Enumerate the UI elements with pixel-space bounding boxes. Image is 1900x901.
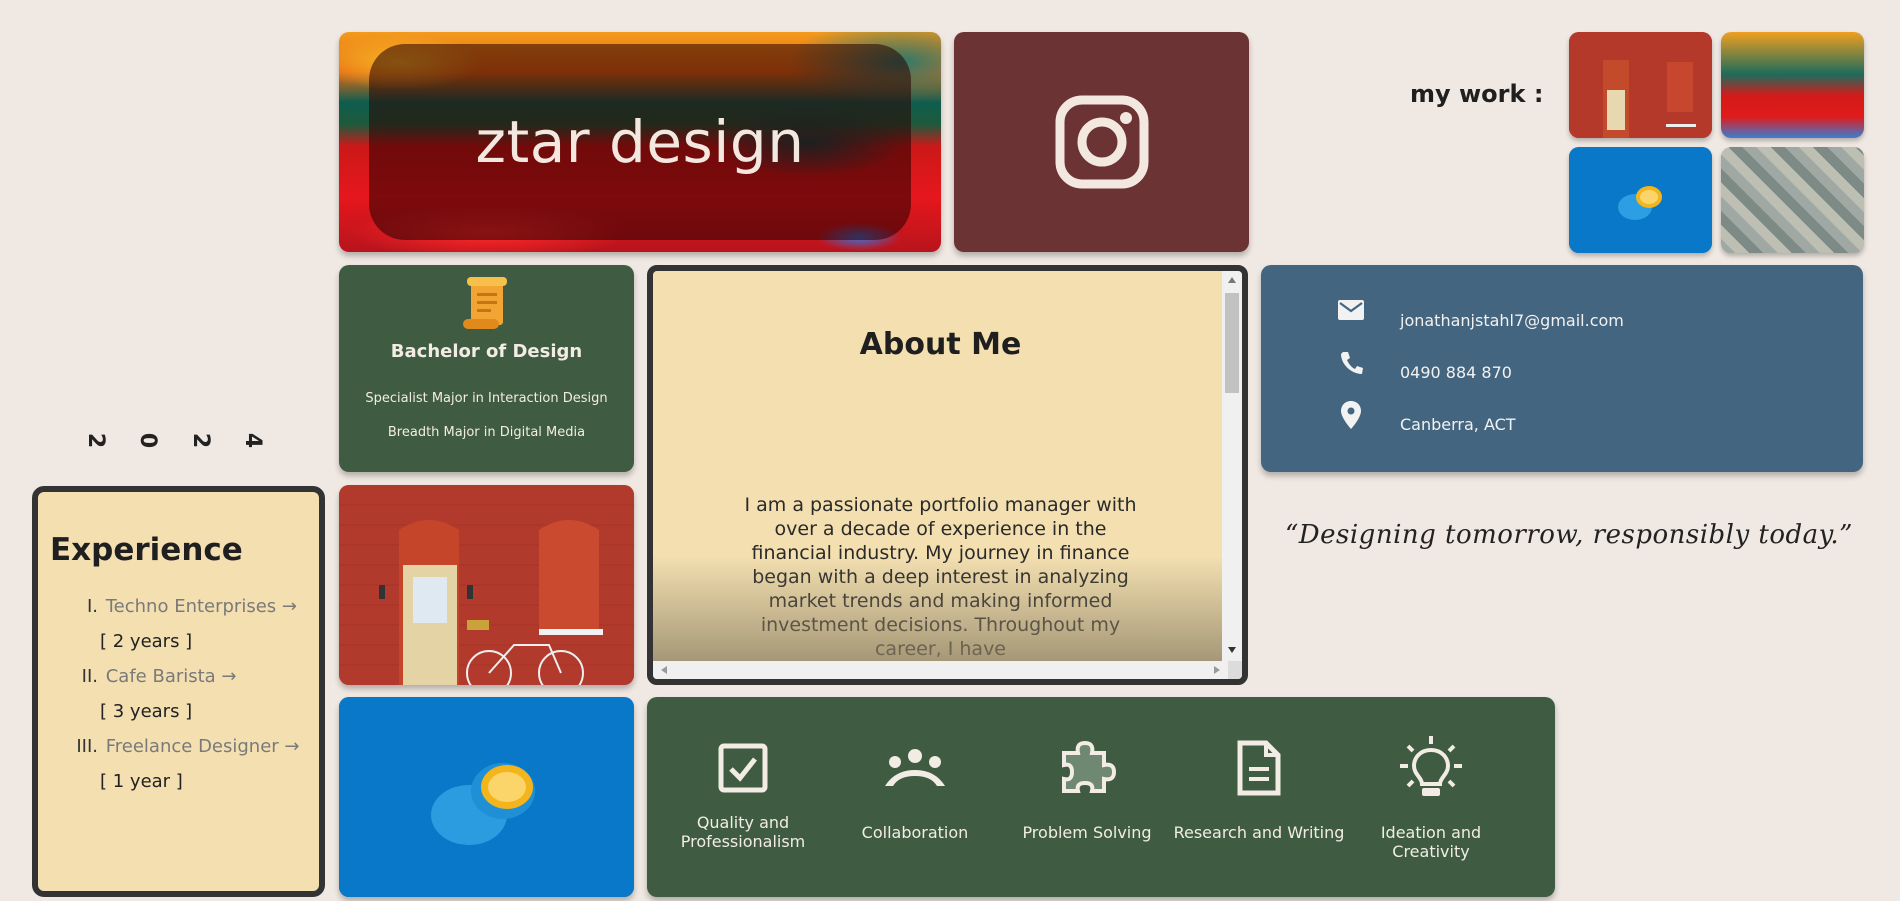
site-title: ztar design [475,108,805,176]
year-digit: 4 [240,432,266,449]
brick-wall-image [339,485,634,685]
my-work-label: my work : [1410,80,1544,108]
skill-collaboration: Collaboration [829,735,1001,842]
hero-banner: ztar design [339,32,941,252]
contact-phone[interactable]: 0490 884 870 [1400,363,1512,382]
contact-phone-row[interactable]: 0490 884 870 [1336,343,1512,382]
skill-label: Ideation and Creativity [1380,823,1482,861]
instagram-icon [1055,95,1148,189]
degree-major-2: Breadth Major in Digital Media [387,425,586,440]
work-thumbnail-paint[interactable] [1721,32,1864,138]
skills-card: Quality and Professionalism Collaboratio… [647,697,1555,897]
vertical-scrollbar[interactable] [1222,271,1242,661]
phone-icon [1341,351,1363,374]
experience-card: Experience I. Techno Enterprises → [ 2 y… [32,486,325,897]
scrollbar-corner [1228,661,1242,679]
experience-item[interactable]: III. Freelance Designer → [38,736,300,757]
about-me-panel[interactable]: About Me I am a passionate portfolio man… [647,265,1248,685]
degree-major-1: Specialist Major in Interaction Design [365,391,608,406]
work-thumbnail-tiles[interactable] [1721,147,1864,253]
scroll-up-icon[interactable] [1228,277,1236,283]
work-thumbnail-orange[interactable] [1569,147,1712,253]
degree-card: Bachelor of Design Specialist Major in I… [339,265,634,472]
tagline-quote: “Designing tomorrow, responsibly today.” [1285,520,1853,550]
orange-photo [339,697,634,897]
scroll-right-icon[interactable] [1214,666,1220,674]
about-fade [653,556,1228,661]
document-icon [1237,740,1281,796]
horizontal-scrollbar[interactable] [653,661,1228,679]
experience-title: Experience [50,532,243,568]
experience-item[interactable]: I. Techno Enterprises → [38,596,297,617]
experience-link[interactable]: Freelance Designer → [106,736,300,757]
experience-number: II. [81,666,98,687]
group-icon [885,749,945,786]
contact-card: jonathanjstahl7@gmail.com 0490 884 870 C… [1261,265,1863,472]
scroll-left-icon[interactable] [661,666,667,674]
skill-research: Research and Writing [1173,735,1345,842]
year-digit: 2 [83,432,109,449]
experience-link[interactable]: Techno Enterprises → [106,596,297,617]
checkbox-icon [718,743,768,793]
lightbulb-icon [1400,736,1462,796]
instagram-link[interactable] [954,32,1249,252]
skill-label: Collaboration [861,823,969,842]
contact-email-row[interactable]: jonathanjstahl7@gmail.com [1336,291,1624,330]
experience-duration: [ 3 years ] [100,701,193,722]
skill-label: Problem Solving [1022,823,1152,842]
skill-label: Research and Writing [1173,823,1345,842]
about-content: About Me I am a passionate portfolio man… [653,271,1228,661]
skill-problem-solving: Problem Solving [1001,735,1173,842]
orange-image [339,697,634,897]
skill-quality: Quality and Professionalism [657,735,829,851]
experience-duration: [ 2 years ] [100,631,193,652]
orange-image [1569,147,1712,253]
skill-ideation: Ideation and Creativity [1345,735,1517,861]
contact-location: Canberra, ACT [1400,415,1516,434]
brick-door-photo [339,485,634,685]
scroll-down-icon[interactable] [1228,647,1236,653]
experience-number: I. [86,596,98,617]
puzzle-icon [1062,740,1116,793]
contact-email[interactable]: jonathanjstahl7@gmail.com [1400,311,1624,330]
year-digit: 2 [187,432,213,449]
skill-label: Quality and Professionalism [680,813,806,851]
experience-duration: [ 1 year ] [100,771,183,792]
location-pin-icon [1341,400,1361,429]
mail-icon [1338,299,1364,320]
year-digit: 0 [135,432,161,449]
scrollbar-thumb[interactable] [1225,293,1239,393]
contact-location-row: Canberra, ACT [1336,395,1516,434]
experience-number: III. [76,736,98,757]
year-vertical: 2 0 2 4 [83,428,265,453]
work-thumbnail-brick[interactable] [1569,32,1712,138]
experience-item[interactable]: II. Cafe Barista → [38,666,237,687]
experience-link[interactable]: Cafe Barista → [106,666,237,687]
about-title: About Me [859,327,1022,362]
brick-door-image [1569,32,1712,138]
scroll-icon [463,277,507,329]
degree-title: Bachelor of Design [390,341,583,362]
